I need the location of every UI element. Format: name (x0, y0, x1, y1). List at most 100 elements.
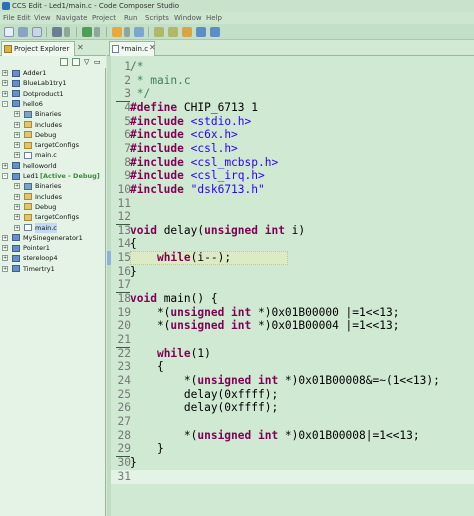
annotation-prev-icon[interactable] (154, 27, 164, 37)
search-icon[interactable] (134, 27, 144, 37)
tree-item-debug[interactable]: + Debug (0, 202, 106, 212)
code-token: #include (130, 128, 184, 142)
debug-dropdown-icon[interactable] (94, 27, 100, 37)
project-icon (12, 69, 20, 77)
code-editor-panel: *main.c ✕ 1/* 2 * main.c 3 */4 #define CHIP… (107, 40, 474, 516)
folder-icon (24, 131, 32, 139)
minimize-icon[interactable]: ▭ (94, 58, 102, 66)
collapse-toggle-icon[interactable]: - (2, 173, 8, 179)
project-explorer-tab[interactable]: Project Explorer (1, 41, 75, 56)
tree-item-dotproduct1[interactable]: + Dotproduct1 (0, 89, 106, 99)
back-arrow-icon[interactable] (196, 27, 206, 37)
menu-help[interactable]: Help (206, 12, 222, 24)
expand-toggle-icon[interactable]: + (2, 255, 8, 262)
code-text: * main.c (130, 74, 191, 88)
menu-edit[interactable]: Edit (17, 12, 31, 24)
debug-bug-icon[interactable] (82, 27, 92, 37)
menu-scripts[interactable]: Scripts (145, 12, 169, 24)
line-number: 1 (124, 60, 131, 73)
link-with-editor-icon[interactable] (72, 58, 80, 66)
expand-toggle-icon[interactable]: + (14, 203, 20, 210)
expand-toggle-icon[interactable]: + (14, 214, 20, 221)
tree-item-main-c[interactable]: + main.c (0, 222, 106, 233)
menu-run[interactable]: Run (124, 12, 137, 24)
menu-file[interactable]: File (3, 12, 15, 24)
project-icon (12, 254, 20, 262)
code-token: #include (130, 155, 184, 169)
tree-item-debug[interactable]: + Debug (0, 130, 106, 140)
tree-item-mysinegenerator1[interactable]: + MySinegenerator1 (0, 233, 106, 243)
expand-toggle-icon[interactable]: + (2, 234, 8, 241)
tree-item-targetconfigs[interactable]: + targetConfigs (0, 212, 106, 222)
code-token: unsigned int (197, 373, 279, 387)
app-icon (2, 2, 10, 10)
build-dropdown-icon[interactable] (64, 27, 70, 37)
code-token: * main.c (130, 73, 191, 87)
line-number: 3 (124, 87, 131, 101)
tree-item-includes[interactable]: + Includes (0, 120, 106, 130)
code-text: { (130, 360, 164, 374)
close-icon[interactable]: ✕ (149, 43, 156, 52)
new-icon[interactable] (4, 27, 14, 37)
expand-toggle-icon[interactable]: + (14, 224, 20, 231)
tree-item-binaries[interactable]: + Binaries (0, 181, 106, 191)
line-number: 29 (117, 442, 131, 456)
menu-view[interactable]: View (34, 12, 51, 24)
menu-project[interactable]: Project (92, 12, 116, 24)
save-all-icon[interactable] (32, 27, 42, 37)
tree-item-hello6[interactable]: - hello6 (0, 99, 106, 109)
code-line: 7 #include <csl.h> (107, 142, 474, 156)
expand-toggle-icon[interactable]: + (2, 162, 8, 169)
expand-toggle-icon[interactable]: + (2, 245, 8, 252)
annotation-next-icon[interactable] (168, 27, 178, 37)
close-icon[interactable]: ✕ (77, 43, 84, 52)
code-text: delay(0xffff); (130, 388, 278, 402)
code-text-area[interactable]: 1/* 2 * main.c 3 */4 #define CHIP_6713 1 5 #i… (107, 56, 474, 516)
line-number: 7 (124, 141, 131, 155)
expand-toggle-icon[interactable]: + (2, 80, 8, 87)
tree-item-targetconfigs[interactable]: + targetConfigs (0, 140, 106, 150)
collapse-all-icon[interactable] (60, 58, 68, 66)
project-explorer-tab-label: Project Explorer (14, 45, 70, 53)
expand-toggle-icon[interactable]: + (14, 111, 20, 118)
tree-item-label: main.c (35, 151, 57, 160)
menu-window[interactable]: Window (174, 12, 202, 24)
expand-toggle-icon[interactable]: + (14, 142, 20, 149)
tree-item-main-c[interactable]: + main.c (0, 150, 106, 160)
folder-icon (24, 193, 32, 201)
tree-item-pointer1[interactable]: + Pointer1 (0, 243, 106, 253)
tree-item-timertry1[interactable]: + Timertry1 (0, 264, 106, 274)
tree-item-binaries[interactable]: + Binaries (0, 109, 106, 119)
tree-item-label: Adder1 (23, 69, 47, 77)
build-hammer-icon[interactable] (52, 27, 62, 37)
view-menu-icon[interactable]: ▽ (84, 58, 92, 66)
tree-item-bluelab1try1[interactable]: + BlueLab1try1 (0, 78, 106, 88)
expand-toggle-icon[interactable]: + (14, 183, 20, 190)
tree-item-adder1[interactable]: + Adder1 (0, 68, 106, 78)
expand-toggle-icon[interactable]: + (2, 265, 8, 272)
tree-item-helloworld[interactable]: + helloworld (0, 161, 106, 171)
line-number: 20 (117, 319, 131, 333)
expand-toggle-icon[interactable]: + (2, 70, 8, 76)
expand-toggle-icon[interactable]: + (2, 90, 8, 97)
code-line: 3 */ (107, 87, 474, 101)
expand-toggle-icon[interactable]: + (14, 193, 20, 200)
collapse-toggle-icon[interactable]: - (2, 100, 8, 107)
menu-navigate[interactable]: Navigate (56, 12, 87, 24)
external-tools-icon[interactable] (112, 27, 122, 37)
last-edit-icon[interactable] (182, 27, 192, 37)
toolbar-separator (148, 27, 149, 37)
folder-icon (24, 121, 32, 128)
forward-arrow-icon[interactable] (210, 27, 220, 37)
expand-toggle-icon[interactable]: + (14, 152, 20, 159)
line-number: 24 (117, 373, 131, 387)
tree-item-led1[interactable]: - Led1 [Active - Debug] (0, 171, 106, 181)
tree-item-includes[interactable]: + Includes (0, 192, 106, 202)
expand-toggle-icon[interactable]: + (14, 131, 20, 138)
toolbar-separator (46, 27, 47, 37)
external-tools-dropdown-icon[interactable] (124, 27, 130, 37)
save-icon[interactable] (18, 27, 28, 37)
tree-item-stereloop4[interactable]: + stereloop4 (0, 253, 106, 263)
expand-toggle-icon[interactable]: + (14, 121, 20, 128)
